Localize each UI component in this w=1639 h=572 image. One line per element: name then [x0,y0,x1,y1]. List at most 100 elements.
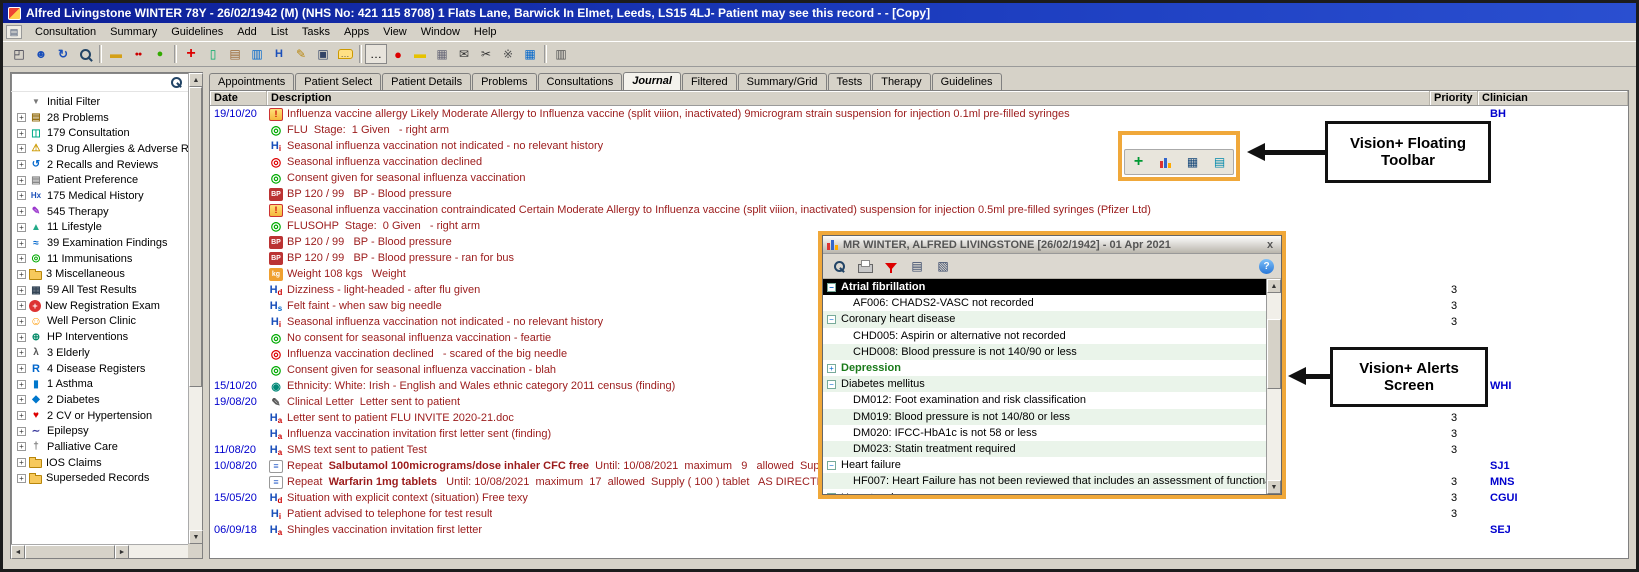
menu-item[interactable]: Apps [337,25,376,39]
alert-expander-icon[interactable] [827,283,836,292]
menu-item[interactable]: List [264,25,295,39]
sidebar-item[interactable]: Initial Filter [11,94,188,110]
sidebar-item[interactable]: 3 Drug Allergies & Adverse Reac [11,141,188,157]
tree-expander-icon[interactable] [17,144,26,153]
sidebar-item[interactable]: New Registration Exam [11,298,188,314]
menu-item[interactable]: Guidelines [164,25,230,39]
alert-expander-icon[interactable] [827,380,836,389]
toolbar-button[interactable] [8,44,30,64]
toolbar-button[interactable] [174,45,177,63]
alert-row[interactable]: CHD008: Blood pressure is not 140/90 or … [823,344,1266,360]
alert-expander-icon[interactable] [827,315,836,324]
toolbar-button[interactable] [409,44,431,64]
toolbar-button[interactable] [52,44,74,64]
column-header-description[interactable]: Description [267,91,1430,105]
tab[interactable]: Patient Select [295,73,381,90]
tree-expander-icon[interactable] [17,223,26,232]
toolbar-button[interactable] [224,44,246,64]
toolbar-button[interactable] [519,44,541,64]
sidebar-item[interactable]: 28 Problems [11,110,188,126]
tree-expander-icon[interactable] [17,254,26,263]
tree-expander-icon[interactable] [17,333,26,342]
menu-item[interactable]: Help [467,25,504,39]
toolbar-button[interactable] [149,44,171,64]
toolbar-button[interactable] [334,44,356,64]
close-icon[interactable]: x [1263,238,1277,251]
menu-item[interactable]: Add [230,25,264,39]
alert-row[interactable]: DM023: Statin treatment required [823,441,1266,457]
toolbar-button[interactable] [497,44,519,64]
toolbar-button[interactable] [544,45,547,63]
sidebar-item[interactable]: Epilepsy [11,423,188,439]
tab[interactable]: Guidelines [932,73,1002,90]
menu-item[interactable]: Summary [103,25,164,39]
tree-expander-icon[interactable] [17,348,26,357]
tree-expander-icon[interactable] [17,207,26,216]
form-icon[interactable] [908,258,926,275]
toolbar-button[interactable] [431,44,453,64]
tab[interactable]: Summary/Grid [738,73,827,90]
filter-icon[interactable] [882,258,900,275]
toolbar-button[interactable] [127,44,149,64]
toolbar-button[interactable] [105,44,127,64]
alert-row[interactable]: DM020: IFCC-HbA1c is not 58 or less [823,425,1266,441]
tree-expander-icon[interactable] [17,395,26,404]
toolbar-button[interactable] [359,45,362,63]
toolbar-button[interactable] [180,44,202,64]
tree-expander-icon[interactable] [17,442,26,451]
search-icon[interactable] [168,75,185,90]
sidebar-item[interactable]: Well Person Clinic [11,314,188,330]
menu-item[interactable]: View [376,25,414,39]
alert-row[interactable]: Coronary heart disease [823,311,1266,327]
alert-row[interactable]: HF007: Heart Failure has not been review… [823,473,1266,489]
sidebar-item[interactable]: HP Interventions [11,329,188,345]
tab[interactable]: Consultations [538,73,623,90]
alert-expander-icon[interactable] [827,461,836,470]
tree-expander-icon[interactable] [17,317,26,326]
sidebar-horizontal-scrollbar[interactable]: ◄ ► [11,544,188,558]
menu-item[interactable]: Tasks [295,25,337,39]
toolbar-button[interactable] [30,44,52,64]
alerts-vertical-scrollbar[interactable]: ▲ ▼ [1266,279,1281,494]
tree-expander-icon[interactable] [17,129,26,138]
alert-row[interactable]: DM019: Blood pressure is not 140/80 or l… [823,409,1266,425]
tree-expander-icon[interactable] [17,458,26,467]
alert-row[interactable]: Atrial fibrillation [823,279,1266,295]
scroll-thumb[interactable] [1267,319,1281,389]
column-header-priority[interactable]: Priority [1430,91,1478,105]
toolbar-button[interactable] [387,44,409,64]
tree-expander-icon[interactable] [17,411,26,420]
sidebar-item[interactable]: 2 Diabetes [11,392,188,408]
help-icon[interactable] [1259,259,1274,274]
preview-icon[interactable] [830,258,848,275]
tree-expander-icon[interactable] [17,380,26,389]
journal-row[interactable]: 19/10/20 Influenza vaccine allergy Likel… [210,106,1628,122]
sidebar-item[interactable]: Palliative Care [11,439,188,455]
tree-expander-icon[interactable] [17,427,26,436]
sidebar-item[interactable]: 3 Miscellaneous [11,267,188,283]
scroll-thumb[interactable] [25,545,115,559]
sidebar-vertical-scrollbar[interactable]: ▲ ▼ [188,73,202,544]
tree-expander-icon[interactable] [17,301,26,310]
menu-item[interactable]: Consultation [28,25,103,39]
tree-expander-icon[interactable] [17,270,26,279]
codeset-grid-icon[interactable] [1184,154,1202,170]
alerts-title-bar[interactable]: MR WINTER, ALFRED LIVINGSTONE [26/02/194… [823,236,1281,254]
alert-row[interactable]: AF006: CHADS2-VASC not recorded [823,295,1266,311]
toolbar-button[interactable] [246,44,268,64]
alert-row[interactable]: Diabetes mellitus [823,376,1266,392]
sidebar-item[interactable]: Superseded Records [11,471,188,487]
column-header-clinician[interactable]: Clinician [1478,91,1628,105]
scroll-down-icon[interactable]: ▼ [1267,480,1281,494]
sidebar-item[interactable]: 59 All Test Results [11,282,188,298]
practice-reports-icon[interactable] [1211,154,1229,170]
scroll-up-icon[interactable]: ▲ [189,73,203,87]
sidebar-item[interactable]: 11 Lifestyle [11,220,188,236]
alert-row[interactable]: CHD005: Aspirin or alternative not recor… [823,328,1266,344]
sidebar-item[interactable]: Patient Preference [11,172,188,188]
sidebar-item[interactable]: 545 Therapy [11,204,188,220]
tree-expander-icon[interactable] [17,160,26,169]
sidebar-item[interactable]: 4 Disease Registers [11,361,188,377]
toolbar-button[interactable] [74,44,96,64]
toolbar-button[interactable] [475,44,497,64]
